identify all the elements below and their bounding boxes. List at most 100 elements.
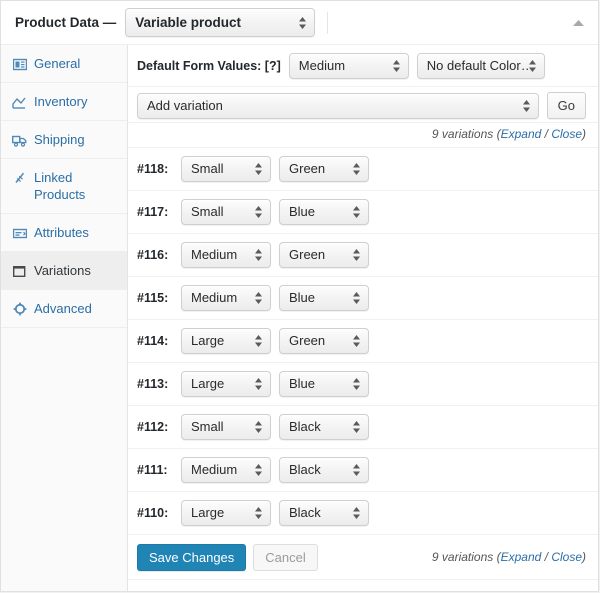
variation-id: #114: <box>137 334 169 348</box>
cancel-button[interactable]: Cancel <box>253 543 318 571</box>
sidebar-item-label: Attributes <box>34 225 89 240</box>
variation-id: #112: <box>137 420 169 434</box>
variation-row: #113: Large Blue <box>128 363 598 406</box>
variation-size-select[interactable]: Large <box>181 371 271 397</box>
variation-color-select[interactable]: Blue <box>279 199 369 225</box>
variation-size-select[interactable]: Small <box>181 199 271 225</box>
variations-icon <box>12 263 27 279</box>
variation-count-suffix: ) <box>582 126 586 141</box>
sidebar-item-advanced[interactable]: Advanced <box>1 290 127 328</box>
variation-color-value: Blue <box>289 290 316 305</box>
select-arrows-icon <box>528 59 537 73</box>
variation-size-value: Large <box>191 505 225 520</box>
variation-id: #110: <box>137 506 169 520</box>
variation-count-bottom: 9 variations (Expand / Close) <box>432 550 586 564</box>
variation-size-select[interactable]: Large <box>181 328 271 354</box>
select-arrows-icon <box>522 99 531 113</box>
variation-color-select[interactable]: Blue <box>279 371 369 397</box>
attributes-icon <box>12 225 27 241</box>
variation-id: #117: <box>137 205 169 219</box>
expand-link[interactable]: Expand <box>501 550 542 564</box>
variation-size-select[interactable]: Large <box>181 500 271 526</box>
variation-count: 9 variations (Expand / Close) <box>432 127 586 141</box>
variation-row: #116: Medium Green <box>128 234 598 277</box>
product-data-tabs-sidebar: General Inventory Shipping Linked Produc… <box>1 45 128 591</box>
variation-row: #110: Large Black <box>128 492 598 535</box>
variation-size-value: Small <box>191 204 224 219</box>
variation-id: #113: <box>137 377 169 391</box>
variation-size-value: Large <box>191 376 225 391</box>
variation-count-text: 9 variations ( <box>431 126 501 141</box>
sidebar-item-shipping[interactable]: Shipping <box>1 121 127 159</box>
expand-link[interactable]: Expand <box>501 127 542 141</box>
save-changes-button[interactable]: Save Changes <box>137 543 247 571</box>
sidebar-item-label: Inventory <box>34 94 88 109</box>
header-divider <box>327 11 329 34</box>
panel-header: Product Data — Variable product <box>1 1 598 45</box>
select-arrows-icon <box>392 59 401 73</box>
shipping-icon <box>12 132 27 148</box>
variation-count-separator: / <box>541 126 552 141</box>
variation-size-select[interactable]: Small <box>181 414 271 440</box>
select-arrows-icon <box>352 162 361 176</box>
variation-color-select[interactable]: Green <box>279 328 369 354</box>
variation-size-select[interactable]: Medium <box>181 285 271 311</box>
variation-row: #112: Small Black <box>128 406 598 449</box>
sidebar-item-general[interactable]: General <box>1 45 127 83</box>
panel-body: General Inventory Shipping Linked Produc… <box>1 45 598 591</box>
variation-size-select[interactable]: Medium <box>181 242 271 268</box>
variation-color-select[interactable]: Green <box>279 156 369 182</box>
advanced-icon <box>12 301 27 317</box>
variation-size-value: Small <box>191 419 224 434</box>
sidebar-item-linked-products[interactable]: Linked Products <box>1 159 127 214</box>
go-button[interactable]: Go <box>546 92 586 119</box>
variation-color-select[interactable]: Blue <box>279 285 369 311</box>
variation-color-value: Black <box>289 462 321 477</box>
product-data-panel: Product Data — Variable product General … <box>0 0 599 592</box>
select-arrows-icon <box>352 506 361 520</box>
variation-row: #118: Small Green <box>128 148 598 191</box>
variation-count-text: 9 variations ( <box>431 550 501 564</box>
variation-size-select[interactable]: Small <box>181 156 271 182</box>
variation-id: #118: <box>137 162 169 176</box>
inventory-icon <box>12 94 27 110</box>
select-arrows-icon <box>352 248 361 262</box>
default-color-value: No default Color… <box>426 57 534 73</box>
default-color-select[interactable]: No default Color… <box>416 52 545 79</box>
close-link[interactable]: Close <box>551 550 582 564</box>
triangle-up-icon[interactable] <box>568 13 588 33</box>
variation-size-select[interactable]: Medium <box>181 457 271 483</box>
select-arrows-icon <box>352 420 361 434</box>
select-arrows-icon <box>254 162 263 176</box>
add-variation-select[interactable]: Add variation <box>137 92 539 119</box>
select-arrows-icon <box>254 205 263 219</box>
product-type-select[interactable]: Variable product <box>125 8 316 37</box>
variation-color-select[interactable]: Black <box>279 414 369 440</box>
sidebar-item-inventory[interactable]: Inventory <box>1 83 127 121</box>
select-arrows-icon <box>254 506 263 520</box>
variation-size-value: Small <box>191 161 224 176</box>
select-arrows-icon <box>254 377 263 391</box>
select-arrows-icon <box>352 334 361 348</box>
variation-color-value: Black <box>289 419 321 434</box>
default-size-select[interactable]: Medium <box>288 52 409 79</box>
variation-color-select[interactable]: Black <box>279 500 369 526</box>
variation-id: #115: <box>137 291 169 305</box>
select-arrows-icon <box>352 463 361 477</box>
variation-id: #111: <box>137 463 168 477</box>
variation-color-value: Green <box>289 161 326 176</box>
close-link[interactable]: Close <box>551 127 582 141</box>
variation-row: #117: Small Blue <box>128 191 598 234</box>
variation-count-row-top: 9 variations (Expand / Close) <box>128 123 598 148</box>
sidebar-item-label: Advanced <box>34 301 92 316</box>
linked-icon <box>12 170 27 186</box>
select-arrows-icon <box>298 16 307 30</box>
sidebar-item-label: Variations <box>34 263 91 278</box>
sidebar-item-variations[interactable]: Variations <box>1 252 127 290</box>
select-arrows-icon <box>352 377 361 391</box>
select-arrows-icon <box>254 420 263 434</box>
variation-count-separator: / <box>541 550 552 564</box>
variation-color-select[interactable]: Green <box>279 242 369 268</box>
variation-color-select[interactable]: Black <box>279 457 369 483</box>
sidebar-item-attributes[interactable]: Attributes <box>1 214 127 252</box>
